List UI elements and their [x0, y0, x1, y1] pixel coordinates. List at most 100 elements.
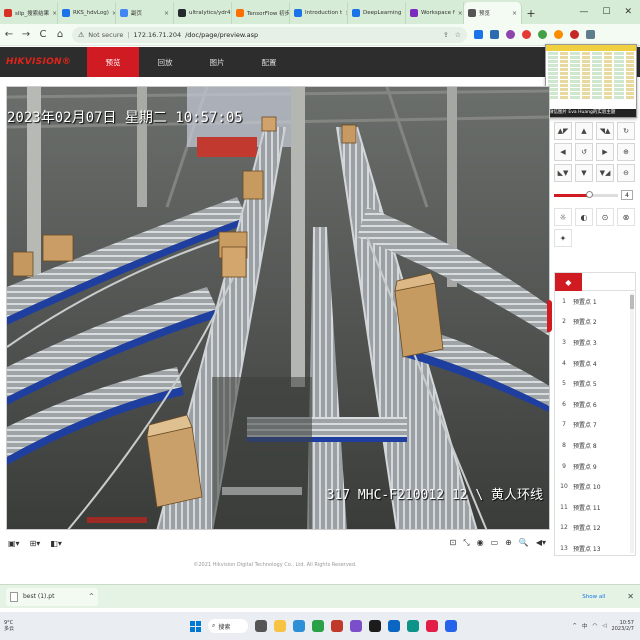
clock[interactable]: 10:57 2023/2/7 — [612, 620, 634, 632]
app-icon[interactable] — [388, 620, 400, 632]
warning-icon[interactable]: ⚠ — [78, 31, 84, 39]
extension-icon[interactable] — [490, 30, 499, 39]
pan-up-right-button[interactable]: ◥▲ — [596, 122, 614, 140]
app-icon[interactable] — [407, 620, 419, 632]
pan-down-right-button[interactable]: ▼◢ — [596, 164, 614, 182]
taskbar-search[interactable]: ⌕ 搜索 — [208, 619, 248, 633]
close-tab-icon[interactable]: × — [164, 10, 169, 17]
magnify-icon[interactable]: 🔍 — [519, 538, 529, 548]
tab-pattern[interactable] — [608, 273, 635, 291]
file-explorer-icon[interactable] — [274, 620, 286, 632]
extension-icon[interactable] — [538, 30, 547, 39]
browser-tab[interactable]: 副页 × — [116, 2, 174, 24]
weather-widget[interactable]: 9°C 多云 — [0, 620, 40, 632]
preset-item[interactable]: 10 预置点 10 — [555, 476, 635, 497]
new-tab-button[interactable]: + — [522, 2, 540, 24]
minimize-button[interactable]: — — [579, 7, 588, 17]
menu-playback[interactable]: 回放 — [139, 47, 191, 77]
close-icon[interactable]: ✕ — [627, 592, 634, 601]
app-icon[interactable] — [350, 620, 362, 632]
close-tab-icon[interactable]: × — [512, 10, 517, 17]
browser-tab[interactable]: Introduction t× — [290, 2, 348, 24]
task-view-icon[interactable] — [255, 620, 267, 632]
window-layout-icon[interactable]: ▣▾ — [8, 539, 20, 548]
chrome-icon[interactable] — [312, 620, 324, 632]
menu-config[interactable]: 配置 — [243, 47, 295, 77]
reload-button[interactable]: C — [38, 29, 48, 40]
browser-tab[interactable]: TensorFlow 初步× — [232, 2, 290, 24]
preset-item[interactable]: 8 预置点 8 — [555, 435, 635, 456]
star-icon[interactable]: ☆ — [455, 31, 461, 39]
chevron-up-icon[interactable]: ^ — [572, 623, 577, 629]
wifi-icon[interactable]: ◠ — [592, 623, 597, 629]
record-icon[interactable]: ▭ — [491, 538, 499, 548]
floating-thumbnail[interactable]: 微信图片 Eva Huang的实验主题 — [545, 44, 637, 118]
ptz-speed-slider[interactable] — [554, 190, 618, 198]
stream-select-icon[interactable]: ⊞▾ — [30, 539, 41, 548]
back-button[interactable]: ← — [4, 29, 14, 40]
terminal-icon[interactable] — [369, 620, 381, 632]
browser-tab[interactable]: 预览 × — [464, 2, 522, 24]
preset-scrollbar[interactable] — [630, 293, 634, 553]
close-tab-icon[interactable]: × — [458, 10, 463, 17]
panel-collapse-handle[interactable] — [547, 300, 552, 332]
extension-icon[interactable] — [474, 30, 483, 39]
focus-near-button[interactable]: ⊕ — [617, 143, 635, 161]
live-video-view[interactable]: 2023年02月07日 星期二 10:57:05 317 MHC-F210012… — [6, 86, 550, 530]
aux-focus-icon[interactable]: ⊙ — [596, 208, 614, 226]
browser-tab[interactable]: sllp_搜索结果 × — [0, 2, 58, 24]
pan-down-button[interactable]: ▼ — [575, 164, 593, 182]
edge-icon[interactable] — [293, 620, 305, 632]
app-icon[interactable] — [426, 620, 438, 632]
app-icon[interactable] — [331, 620, 343, 632]
fullscreen-icon[interactable]: ⤡ — [463, 538, 469, 548]
menu-preview[interactable]: 预览 — [87, 47, 139, 77]
pan-up-button[interactable]: ▲ — [575, 122, 593, 140]
preset-item[interactable]: 3 预置点 3 — [555, 332, 635, 353]
extension-icon[interactable] — [522, 30, 531, 39]
slider-knob[interactable] — [586, 190, 594, 198]
tab-preset[interactable]: ◆ — [555, 273, 582, 291]
preset-item[interactable]: 6 预置点 6 — [555, 394, 635, 415]
digital-zoom-icon[interactable]: ⊕ — [505, 538, 512, 548]
ime-indicator[interactable]: 中 — [582, 622, 588, 630]
share-icon[interactable]: ⇪ — [443, 31, 449, 39]
preset-item[interactable]: 1 预置点 1 — [555, 291, 635, 312]
wiper-icon[interactable]: ◐ — [575, 208, 593, 226]
preset-item[interactable]: 13 预置点 13 — [555, 538, 635, 555]
preset-item[interactable]: 7 预置点 7 — [555, 415, 635, 436]
browser-tab[interactable]: RKS_hdvLog)× — [58, 2, 116, 24]
home-button[interactable]: ⌂ — [55, 29, 65, 40]
chevron-up-icon[interactable]: ^ — [89, 593, 94, 600]
audio-icon[interactable]: ◀▾ — [536, 538, 546, 548]
preset-item[interactable]: 4 预置点 4 — [555, 353, 635, 374]
preset-item[interactable]: 12 预置点 12 — [555, 518, 635, 539]
zoom-out-button[interactable]: ⊖ — [617, 164, 635, 182]
close-tab-icon[interactable]: × — [52, 10, 57, 17]
download-item[interactable]: best (1).pt ^ — [6, 587, 98, 606]
pan-right-button[interactable]: ▶ — [596, 143, 614, 161]
windows-start-icon[interactable] — [190, 620, 201, 632]
light-icon[interactable]: ☼ — [554, 208, 572, 226]
extension-icon[interactable] — [506, 30, 515, 39]
preset-item[interactable]: 5 预置点 5 — [555, 373, 635, 394]
browser-tab[interactable]: ultralytics/ydr4× — [174, 2, 232, 24]
app-icon[interactable] — [445, 620, 457, 632]
browser-tab[interactable]: DeepLearning× — [348, 2, 406, 24]
lens-init-icon[interactable]: ⊗ — [617, 208, 635, 226]
pan-up-left-button[interactable]: ▲◤ — [554, 122, 572, 140]
tab-patrol[interactable] — [582, 273, 609, 291]
pan-left-button[interactable]: ◀ — [554, 143, 572, 161]
crop-icon[interactable]: ⊡ — [450, 538, 457, 548]
pan-down-left-button[interactable]: ◣▼ — [554, 164, 572, 182]
zoom-in-button[interactable]: ↻ — [617, 122, 635, 140]
maximize-button[interactable]: ☐ — [602, 7, 610, 17]
capture-icon[interactable]: ◉ — [477, 538, 484, 548]
view-mode-icon[interactable]: ◧▾ — [50, 539, 62, 548]
preset-item[interactable]: 11 预置点 11 — [555, 497, 635, 518]
preset-item[interactable]: 2 预置点 2 — [555, 312, 635, 333]
extension-icon[interactable] — [570, 30, 579, 39]
show-all-link[interactable]: Show all — [582, 594, 627, 600]
volume-icon[interactable]: ◁ — [602, 623, 606, 629]
extension-icon[interactable] — [586, 30, 595, 39]
